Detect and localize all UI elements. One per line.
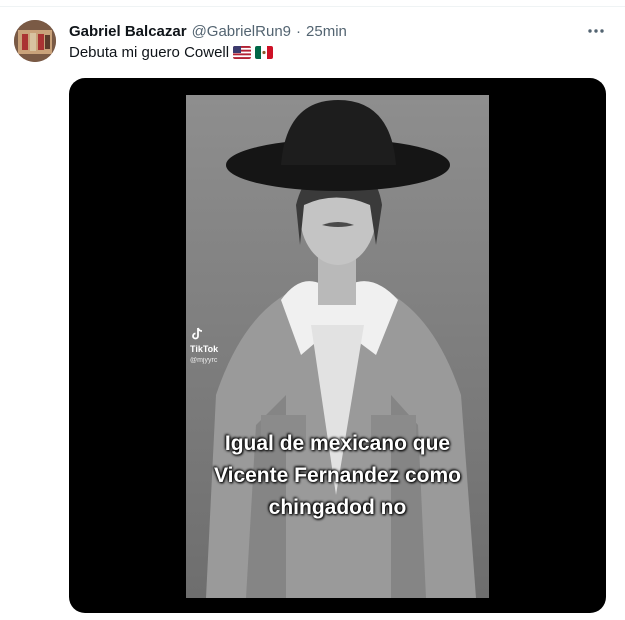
us-flag-icon — [233, 46, 252, 59]
separator-dot: · — [296, 22, 302, 40]
tiktok-watermark: TikTok @mjyyrc — [190, 327, 218, 366]
video-caption: Igual de mexicano que Vicente Fernandez … — [213, 432, 462, 519]
tiktok-logo-icon — [190, 327, 218, 344]
user-handle[interactable]: @GabrielRun9 — [192, 23, 291, 40]
timestamp[interactable]: 25min — [306, 23, 347, 40]
tiktok-brand: TikTok — [190, 344, 219, 354]
mexico-flag-icon — [255, 46, 274, 59]
tweet-text: Debuta mi guero Cowell — [69, 44, 274, 61]
video-frame: TikTok @mjyyrc Igual de mexicano que Vic… — [186, 95, 489, 598]
tweet-text-content: Debuta mi guero Cowell — [69, 44, 230, 61]
display-name[interactable]: Gabriel Balcazar — [69, 23, 187, 40]
tiktok-user: @mjyyrc — [190, 357, 218, 364]
avatar[interactable] — [14, 20, 56, 62]
top-divider — [0, 6, 625, 7]
video-media[interactable]: TikTok @mjyyrc Igual de mexicano que Vic… — [69, 78, 606, 613]
tweet-header: Gabriel Balcazar @GabrielRun9 · 25min — [69, 20, 585, 42]
more-options-icon[interactable] — [585, 22, 607, 40]
